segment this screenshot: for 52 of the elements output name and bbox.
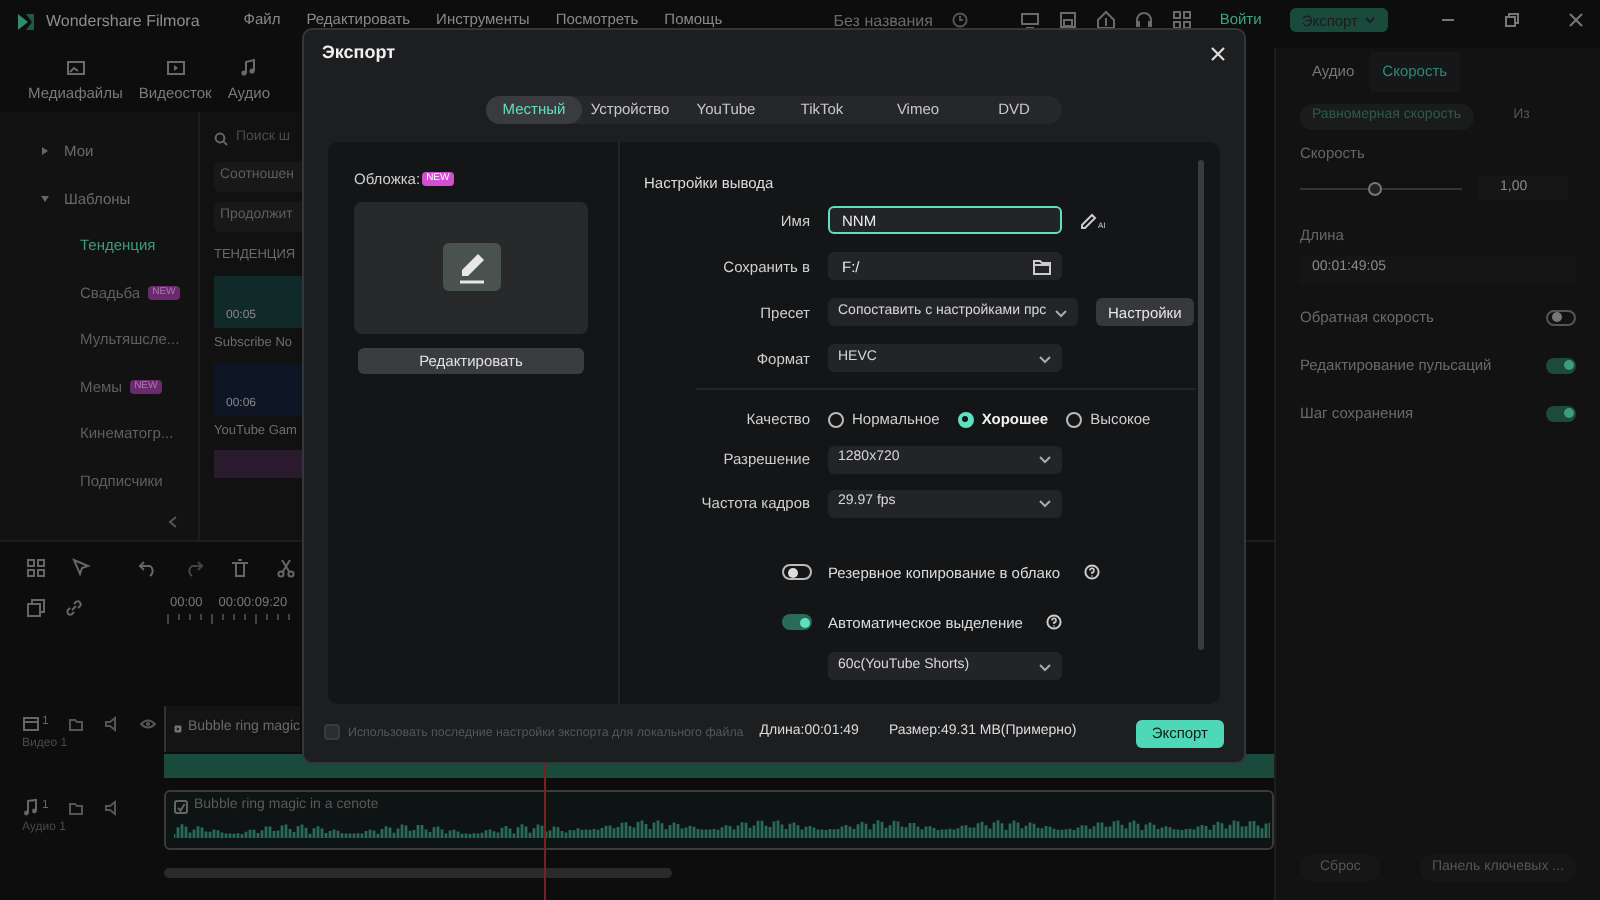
add-track-icon[interactable] [26, 598, 46, 618]
toggle-switch[interactable] [1546, 309, 1576, 325]
monitor-icon[interactable] [1019, 10, 1040, 30]
search-icon [214, 131, 228, 145]
scissors-icon[interactable] [276, 558, 296, 578]
checkbox[interactable] [324, 724, 340, 741]
speaker-icon[interactable] [104, 715, 121, 731]
cover-preview[interactable] [354, 202, 588, 335]
film-icon [22, 714, 40, 732]
speaker-icon[interactable] [104, 799, 121, 815]
document-title: Без названия [833, 12, 933, 30]
video-icon [165, 58, 186, 78]
toggle-switch[interactable] [1546, 405, 1576, 421]
save-icon[interactable] [1057, 10, 1078, 30]
grid-icon[interactable] [1171, 10, 1192, 30]
toggle-switch[interactable] [1546, 357, 1576, 373]
delete-icon[interactable] [230, 558, 250, 578]
radio-button[interactable] [1066, 411, 1083, 428]
chevron-down-icon [1036, 450, 1054, 468]
restore-icon[interactable] [1504, 12, 1520, 28]
music-icon [22, 798, 40, 816]
help-icon[interactable] [1084, 564, 1100, 581]
toggle-switch[interactable] [782, 614, 812, 631]
slider-thumb[interactable] [1367, 181, 1382, 196]
eye-icon[interactable] [140, 715, 157, 731]
scrollbar[interactable] [1198, 160, 1204, 650]
cursor-icon[interactable] [72, 558, 92, 578]
logo-icon [16, 12, 36, 32]
image-icon [65, 58, 86, 78]
ruler-ticks-icon [164, 613, 296, 624]
clock-icon [952, 12, 969, 28]
radio-button[interactable] [957, 411, 974, 428]
headset-icon[interactable] [1133, 10, 1154, 30]
toggle-switch[interactable] [782, 564, 812, 581]
undo-icon[interactable] [138, 558, 158, 578]
video-thumbnail[interactable] [214, 450, 302, 479]
layout-icon[interactable] [26, 558, 46, 578]
chevron-down-icon [1036, 494, 1054, 512]
redo-icon[interactable] [184, 558, 204, 578]
pen-icon [1080, 211, 1098, 230]
pencil-icon [441, 242, 501, 295]
caret-icon [1364, 14, 1376, 26]
scrollbar[interactable] [164, 868, 672, 878]
dialog-title: Экспорт [322, 40, 396, 67]
link-icon[interactable] [64, 598, 84, 618]
music-icon [238, 58, 259, 78]
play-icon [174, 722, 182, 736]
audio-clip-icon [174, 799, 188, 814]
radio-button[interactable] [828, 411, 844, 428]
app-name: Wondershare Filmora [46, 12, 200, 30]
collapse-icon[interactable] [168, 516, 178, 528]
help-icon[interactable] [1046, 614, 1063, 631]
